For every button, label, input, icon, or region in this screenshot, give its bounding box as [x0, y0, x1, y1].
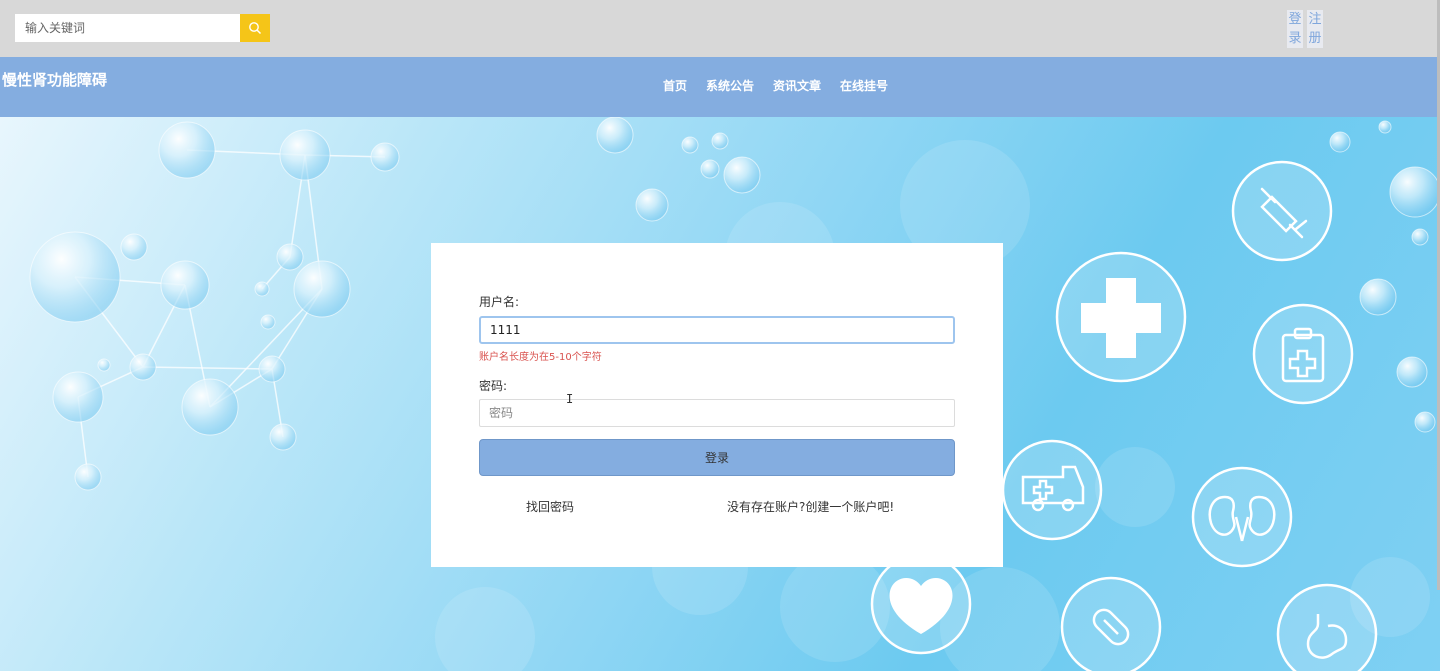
username-input[interactable] — [479, 316, 955, 344]
forgot-password-link[interactable]: 找回密码 — [526, 498, 574, 515]
nav-link-registration[interactable]: 在线挂号 — [840, 77, 888, 94]
password-label: 密码: — [479, 379, 508, 393]
search-button[interactable] — [240, 14, 270, 42]
password-input[interactable] — [479, 399, 955, 427]
nav-link-articles[interactable]: 资讯文章 — [773, 77, 821, 94]
create-account-link[interactable]: 没有存在账户?创建一个账户吧! — [727, 498, 894, 515]
login-button[interactable]: 登录 — [479, 439, 955, 476]
top-bar: 登录 注册 — [0, 0, 1440, 57]
mouse-text-cursor: I — [566, 392, 574, 406]
search-icon — [249, 22, 262, 35]
username-error-message: 账户名长度为在5-10个字符 — [479, 352, 602, 363]
nav-links: 首页 系统公告 资讯文章 在线挂号 — [663, 77, 888, 94]
register-link[interactable]: 注册 — [1307, 10, 1323, 48]
site-title: 慢性肾功能障碍 — [2, 71, 108, 89]
search-input[interactable] — [15, 14, 240, 42]
login-link[interactable]: 登录 — [1287, 10, 1303, 48]
nav-link-home[interactable]: 首页 — [663, 77, 687, 94]
username-label: 用户名: — [479, 295, 520, 309]
login-card: 用户名: 账户名长度为在5-10个字符 密码: I 登录 找回密码 没有存在账户… — [431, 243, 1003, 567]
nav-link-announcements[interactable]: 系统公告 — [706, 77, 754, 94]
nav-bar: 慢性肾功能障碍 首页 系统公告 资讯文章 在线挂号 — [0, 57, 1440, 117]
